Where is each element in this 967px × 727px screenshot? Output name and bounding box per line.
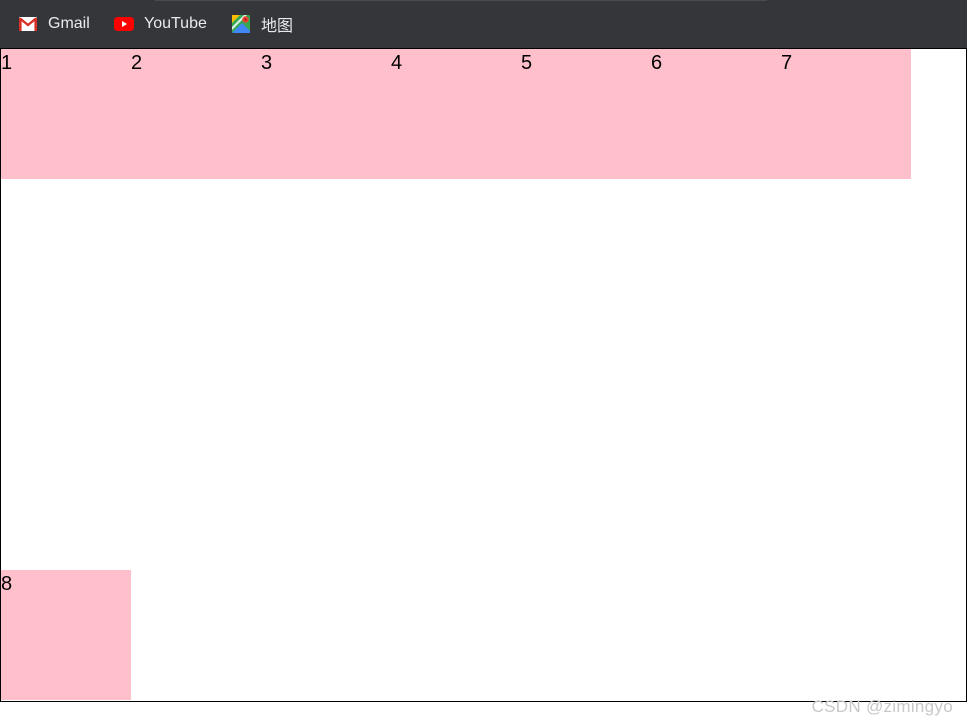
- box-7: 7: [781, 49, 911, 179]
- box-3: 3: [261, 49, 391, 179]
- maps-icon: [231, 14, 251, 34]
- bookmark-label: YouTube: [144, 15, 207, 32]
- box-5: 5: [521, 49, 651, 179]
- bookmarks-bar: Gmail YouTube 地图: [0, 0, 967, 48]
- bookmark-label: Gmail: [48, 15, 90, 32]
- youtube-icon: [114, 14, 134, 34]
- box-4: 4: [391, 49, 521, 179]
- tab-strip-edge: [155, 0, 767, 1]
- bookmark-label: 地图: [261, 18, 294, 35]
- box-1: 1: [1, 49, 131, 179]
- box-row: 1 2 3 4 5 6 7: [1, 49, 911, 179]
- gmail-icon: [18, 14, 38, 34]
- bookmark-maps[interactable]: 地图: [231, 12, 293, 36]
- bookmark-youtube[interactable]: YouTube: [114, 12, 207, 36]
- box-2: 2: [131, 49, 261, 179]
- watermark: CSDN @zimingyo: [811, 697, 953, 716]
- bookmark-gmail[interactable]: Gmail: [18, 12, 90, 36]
- box-8: 8: [1, 570, 131, 700]
- page-viewport: 1 2 3 4 5 6 7 8: [0, 48, 967, 702]
- box-6: 6: [651, 49, 781, 179]
